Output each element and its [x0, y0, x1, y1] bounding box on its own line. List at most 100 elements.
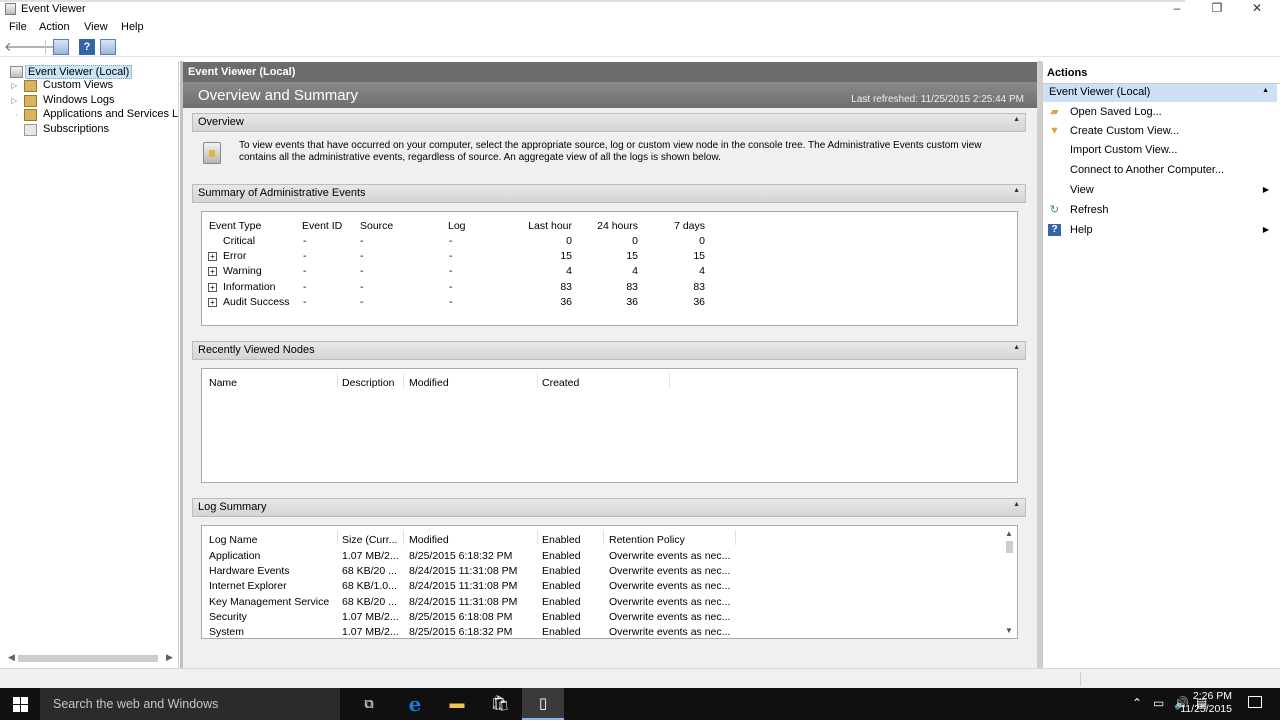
- menu-help[interactable]: Help: [121, 21, 144, 33]
- event-viewer-taskbar-icon[interactable]: ▯: [522, 688, 564, 720]
- tree-item-windows-logs[interactable]: ▷ Windows Logs: [11, 94, 176, 109]
- column-divider[interactable]: [735, 530, 736, 545]
- table-row[interactable]: Key Management Service 68 KB/20 ... 8/24/2…: [202, 596, 1002, 611]
- expand-plus-icon[interactable]: +: [208, 252, 217, 262]
- taskbar-clock[interactable]: 2:26 PM 11/25/2015: [1180, 690, 1232, 716]
- column-header[interactable]: Name: [209, 377, 237, 389]
- minimize-button[interactable]: –: [1157, 0, 1197, 18]
- restore-button[interactable]: ❐: [1197, 0, 1237, 18]
- column-divider[interactable]: [603, 530, 604, 545]
- scroll-down-arrow-icon[interactable]: ▼: [1005, 626, 1013, 635]
- scroll-up-arrow-icon[interactable]: ▲: [1005, 529, 1013, 538]
- tree-item-event-viewer-local[interactable]: Event Viewer (Local): [0, 65, 175, 80]
- expand-plus-icon[interactable]: +: [208, 282, 217, 292]
- action-help[interactable]: ? Help ▶: [1043, 222, 1277, 240]
- log-cell: -: [449, 280, 453, 293]
- column-header[interactable]: Created: [542, 377, 579, 389]
- task-view-icon[interactable]: ⧉: [348, 688, 390, 720]
- column-header[interactable]: 24 hours: [578, 220, 638, 232]
- expand-arrow-icon[interactable]: ▷: [16, 110, 19, 119]
- menu-action[interactable]: Action: [39, 21, 70, 33]
- menu-file[interactable]: File: [9, 21, 27, 33]
- column-header[interactable]: Event Type: [209, 220, 261, 232]
- column-header[interactable]: Log Name: [209, 534, 257, 546]
- edge-browser-icon[interactable]: e: [394, 688, 436, 720]
- expand-arrow-icon[interactable]: ▷: [11, 81, 19, 90]
- close-button[interactable]: ✕: [1237, 0, 1277, 18]
- collapse-arrow-icon[interactable]: ▲: [1262, 87, 1269, 94]
- help-icon[interactable]: ?: [79, 39, 95, 55]
- column-header[interactable]: Size (Curr...: [342, 534, 397, 546]
- action-connect-to-another-computer[interactable]: Connect to Another Computer...: [1043, 162, 1277, 180]
- scroll-left-arrow-icon[interactable]: ◀: [8, 652, 15, 663]
- scroll-thumb[interactable]: [1006, 541, 1013, 553]
- folder-icon: ▰: [1050, 106, 1059, 118]
- collapse-arrow-icon[interactable]: ▲: [1013, 187, 1020, 194]
- expand-plus-icon[interactable]: +: [208, 267, 217, 277]
- collapse-arrow-icon[interactable]: ▲: [1013, 501, 1020, 508]
- tree-item-custom-views[interactable]: ▷ Custom Views: [11, 79, 176, 94]
- action-refresh[interactable]: ↻ Refresh: [1043, 202, 1277, 220]
- log-cell: -: [449, 235, 453, 247]
- action-center-icon[interactable]: [1248, 696, 1262, 708]
- status-bar: [0, 668, 1280, 688]
- actions-group-header[interactable]: Event Viewer (Local) ▲: [1043, 84, 1277, 102]
- column-divider[interactable]: [403, 530, 404, 545]
- menu-view[interactable]: View: [84, 21, 108, 33]
- table-row[interactable]: Internet Explorer 68 KB/1.0... 8/24/2015 1…: [202, 580, 1002, 595]
- table-row[interactable]: Application 1.07 MB/2... 8/25/2015 6:18:32…: [202, 550, 1002, 565]
- action-open-saved-log[interactable]: ▰ Open Saved Log...: [1043, 104, 1277, 122]
- log-summary-section-header[interactable]: Log Summary ▲: [192, 498, 1026, 517]
- action-view[interactable]: View ▶: [1043, 182, 1277, 200]
- collapse-arrow-icon[interactable]: ▲: [1013, 116, 1020, 123]
- log-summary-vertical-scrollbar[interactable]: ▲ ▼: [1003, 528, 1015, 636]
- back-arrow-icon[interactable]: 🡐: [4, 39, 39, 55]
- column-header[interactable]: 7 days: [645, 220, 705, 232]
- file-explorer-icon[interactable]: ▬: [436, 688, 478, 720]
- filter-icon: ▼: [1049, 125, 1060, 137]
- column-header[interactable]: Modified: [409, 534, 449, 546]
- expand-arrow-icon[interactable]: ▷: [11, 96, 19, 105]
- action-import-custom-view[interactable]: Import Custom View...: [1043, 142, 1277, 160]
- column-divider[interactable]: [669, 373, 670, 388]
- table-row[interactable]: Hardware Events 68 KB/20 ... 8/24/2015 11:…: [202, 565, 1002, 580]
- source-cell: -: [360, 235, 364, 247]
- column-header[interactable]: Modified: [409, 377, 449, 389]
- store-icon[interactable]: 🛍: [479, 688, 521, 720]
- size-cell: 1.07 MB/2...: [342, 626, 399, 638]
- column-divider[interactable]: [337, 373, 338, 388]
- taskbar-search-box[interactable]: Search the web and Windows: [40, 688, 340, 720]
- column-header[interactable]: Last hour: [512, 220, 572, 232]
- tree-item-subscriptions[interactable]: Subscriptions: [16, 123, 176, 138]
- column-header[interactable]: Retention Policy: [609, 534, 685, 546]
- modified-cell: 8/24/2015 11:31:08 PM: [409, 595, 518, 608]
- column-header[interactable]: Description: [342, 377, 395, 389]
- column-header[interactable]: Source: [360, 220, 393, 232]
- column-divider[interactable]: [337, 530, 338, 545]
- column-header[interactable]: Event ID: [302, 220, 342, 232]
- column-divider[interactable]: [537, 530, 538, 545]
- action-create-custom-view[interactable]: ▼ Create Custom View...: [1043, 123, 1277, 141]
- scroll-right-arrow-icon[interactable]: ▶: [166, 652, 173, 663]
- expand-plus-icon[interactable]: +: [208, 297, 217, 307]
- column-divider[interactable]: [403, 373, 404, 388]
- column-header[interactable]: Enabled: [542, 534, 581, 546]
- collapse-arrow-icon[interactable]: ▲: [1013, 344, 1020, 351]
- tree-horizontal-scrollbar[interactable]: ◀ ▶: [4, 652, 176, 664]
- table-row[interactable]: System 1.07 MB/2... 8/25/2015 6:18:32 PM En…: [202, 626, 1002, 641]
- scroll-thumb[interactable]: [18, 655, 158, 662]
- table-row[interactable]: Security 1.07 MB/2... 8/25/2015 6:18:08 PM…: [202, 611, 1002, 626]
- start-button[interactable]: [13, 697, 28, 712]
- column-header[interactable]: Log: [448, 220, 466, 232]
- show-hide-action-pane-icon[interactable]: [100, 39, 116, 55]
- last-refreshed-text: Last refreshed: 11/25/2015 2:25:44 PM: [851, 94, 1024, 105]
- show-hidden-icons-chevron-icon[interactable]: ⌃: [1132, 696, 1142, 710]
- overview-section-header[interactable]: Overview ▲: [192, 113, 1026, 132]
- summary-section-header[interactable]: Summary of Administrative Events ▲: [192, 184, 1026, 203]
- show-hide-console-tree-icon[interactable]: [53, 39, 69, 55]
- forward-arrow-icon[interactable]: 🡒: [24, 39, 59, 55]
- tree-item-applications-and-services-logs[interactable]: ▷ Applications and Services Lo: [16, 108, 178, 123]
- recent-nodes-section-header[interactable]: Recently Viewed Nodes ▲: [192, 341, 1026, 360]
- network-icon[interactable]: ▭: [1153, 696, 1164, 710]
- column-divider[interactable]: [537, 373, 538, 388]
